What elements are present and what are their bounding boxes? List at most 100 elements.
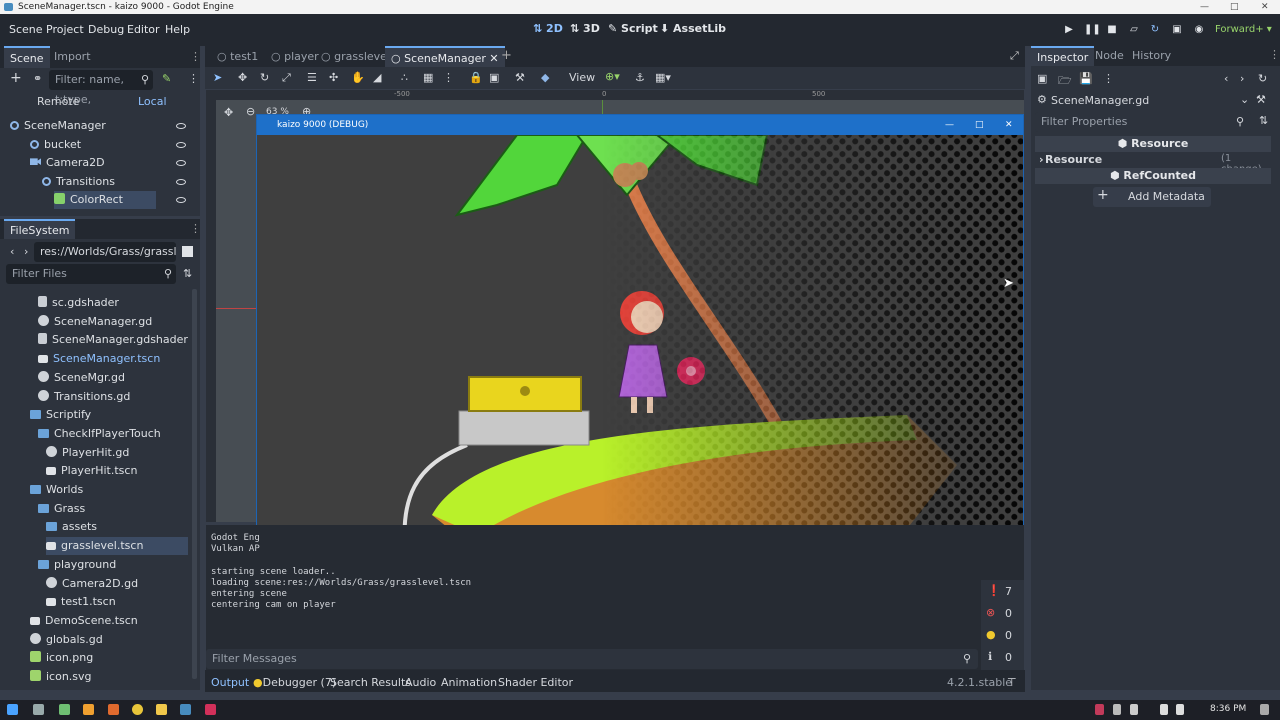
move-tool-icon[interactable]: ✥ bbox=[238, 71, 247, 84]
file-item[interactable]: Transitions.gd bbox=[38, 388, 188, 406]
menu-help[interactable]: Help bbox=[165, 23, 190, 36]
tab-inspector[interactable]: Inspector bbox=[1031, 46, 1095, 66]
file-item[interactable]: globals.gd bbox=[30, 631, 188, 649]
search-icon[interactable] bbox=[33, 704, 44, 715]
visibility-icon[interactable] bbox=[176, 141, 186, 148]
snap-options-icon[interactable]: ⋮ bbox=[443, 71, 454, 84]
tray-icon[interactable] bbox=[1130, 704, 1138, 715]
message-count-toggle[interactable]: ❗ 7 bbox=[981, 582, 1024, 600]
grid-snap-icon[interactable]: ▦ bbox=[423, 71, 433, 84]
notification-icon[interactable] bbox=[1260, 704, 1269, 715]
folder-item[interactable]: Grass bbox=[38, 500, 188, 518]
tab-history[interactable]: History bbox=[1126, 46, 1177, 66]
chrome-icon[interactable] bbox=[132, 704, 143, 715]
pivot-icon[interactable]: ✣ bbox=[329, 71, 338, 84]
link-icon[interactable]: ⚭ bbox=[33, 72, 42, 85]
menu-project[interactable]: Project bbox=[46, 23, 84, 36]
pin-panel-icon[interactable]: ⊤ bbox=[1007, 676, 1017, 689]
workspace-script-button[interactable]: ✎ Script bbox=[608, 22, 658, 35]
camera-override-icon[interactable]: ◆ bbox=[541, 71, 549, 84]
visibility-icon[interactable] bbox=[176, 123, 186, 129]
folder-item[interactable]: playground bbox=[38, 556, 188, 574]
tab-audio[interactable]: Audio bbox=[405, 676, 436, 689]
property-resource-row[interactable]: › Resource (1 change) bbox=[1035, 152, 1271, 175]
tab-animation[interactable]: Animation bbox=[441, 676, 497, 689]
remote-button[interactable]: Remote bbox=[37, 95, 79, 108]
remote-debug-icon[interactable]: ▱ bbox=[1127, 24, 1141, 36]
lock-icon[interactable]: 🔒 bbox=[469, 71, 483, 84]
folder-item[interactable]: Scriptify bbox=[30, 406, 188, 424]
smart-snap-icon[interactable]: ∴ bbox=[401, 71, 408, 84]
tray-icon[interactable] bbox=[1095, 704, 1104, 715]
tab-import[interactable]: Import bbox=[48, 46, 97, 68]
file-item[interactable]: grasslevel.tscn bbox=[46, 537, 188, 556]
game-minimize-icon[interactable]: — bbox=[945, 115, 954, 135]
scene-tree-node[interactable]: Transitions bbox=[42, 173, 156, 191]
file-item[interactable]: SceneManager.tscn bbox=[38, 350, 188, 368]
file-item[interactable]: test1.tscn bbox=[46, 593, 188, 611]
app-icon[interactable] bbox=[205, 704, 216, 715]
fs-scrollbar[interactable] bbox=[192, 289, 197, 679]
save-icon[interactable]: 💾 bbox=[1079, 72, 1093, 85]
file-item[interactable]: DemoScene.tscn bbox=[30, 612, 188, 630]
tray-icon[interactable] bbox=[1113, 704, 1121, 715]
clock[interactable]: 8:36 PM bbox=[1210, 704, 1246, 714]
resource-path-selector[interactable]: ⚙ SceneManager.gd ⌄ bbox=[1035, 91, 1265, 109]
scene-tree-node[interactable]: Camera2D bbox=[30, 154, 156, 172]
scene-tree-node[interactable]: ColorRect bbox=[54, 191, 156, 210]
editor-tab-scenemanager[interactable]: ○ SceneManager ✕ bbox=[385, 46, 505, 67]
sort-icon[interactable]: ⇅ bbox=[183, 267, 192, 280]
tab-shader-editor[interactable]: Shader Editor bbox=[498, 676, 573, 689]
dock-menu-icon[interactable]: ⋮ bbox=[190, 50, 201, 63]
explorer-icon[interactable] bbox=[156, 704, 167, 715]
tab-node[interactable]: Node bbox=[1089, 46, 1130, 66]
select-tool-icon[interactable]: ➤ bbox=[213, 71, 222, 84]
renderer-select[interactable]: Forward+ ▾ bbox=[1215, 24, 1272, 35]
play-scene-icon[interactable]: ▣ bbox=[1170, 24, 1184, 36]
back-icon[interactable]: ‹ bbox=[10, 245, 14, 258]
scale-tool-icon[interactable]: ⤢ bbox=[282, 71, 291, 85]
reload-icon[interactable]: ↻ bbox=[1148, 24, 1162, 36]
menu-editor[interactable]: Editor bbox=[127, 23, 160, 36]
file-item[interactable]: PlayerHit.tscn bbox=[46, 462, 188, 480]
folder-item[interactable]: Worlds bbox=[30, 481, 188, 499]
open-folder-icon[interactable]: 🗁 bbox=[1058, 72, 1072, 91]
file-item[interactable]: SceneManager.gd bbox=[38, 313, 188, 331]
file-item[interactable]: SceneManager.gdshader bbox=[38, 331, 188, 349]
tab-search-results[interactable]: Search Results bbox=[330, 676, 411, 689]
file-item[interactable]: Camera2D.gd bbox=[46, 575, 188, 593]
script-attach-icon[interactable]: ✎ bbox=[162, 72, 171, 85]
path-field[interactable]: res://Worlds/Grass/grasslevel.t bbox=[34, 242, 176, 262]
filter-properties-input[interactable]: Filter Properties bbox=[1035, 112, 1251, 132]
visibility-icon[interactable] bbox=[176, 197, 186, 204]
filter-messages-input[interactable]: Filter Messages bbox=[206, 649, 978, 669]
pause-icon[interactable]: ❚❚ bbox=[1084, 24, 1101, 36]
add-point-icon[interactable]: ⊕▾ bbox=[605, 70, 620, 83]
stop-icon[interactable]: ■ bbox=[1105, 24, 1119, 36]
game-close-icon[interactable]: ✕ bbox=[1005, 115, 1013, 135]
tab-scene[interactable]: Scene bbox=[4, 46, 50, 68]
inspector-menu-icon[interactable]: ⋮ bbox=[1269, 48, 1280, 61]
tab-output[interactable]: Output bbox=[211, 676, 249, 689]
info-count-toggle[interactable]: ℹ 0 bbox=[981, 648, 1024, 666]
bone-icon[interactable]: ⚒ bbox=[515, 71, 525, 84]
property-options-icon[interactable]: ⇅ bbox=[1259, 114, 1268, 127]
app-icon[interactable] bbox=[108, 704, 119, 715]
game-maximize-icon[interactable]: □ bbox=[975, 115, 984, 135]
editor-tab-grasslevel[interactable]: ○ grasslevel bbox=[315, 46, 396, 67]
minimize-icon[interactable]: — bbox=[1200, 0, 1209, 14]
add-tab-icon[interactable]: + bbox=[501, 48, 512, 63]
menu-scene[interactable]: Scene bbox=[9, 23, 43, 36]
scene-tree-node[interactable]: bucket bbox=[30, 136, 156, 154]
menu-debug[interactable]: Debug bbox=[88, 23, 124, 36]
group-icon[interactable]: ▣ bbox=[489, 71, 499, 84]
workspace-2d-button[interactable]: ⇅ 2D bbox=[533, 22, 563, 35]
start-icon[interactable] bbox=[7, 704, 18, 715]
history-forward-icon[interactable]: › bbox=[1240, 72, 1244, 85]
close-tab-icon[interactable]: ✕ bbox=[489, 52, 498, 65]
volume-icon[interactable] bbox=[1176, 704, 1184, 715]
network-icon[interactable] bbox=[1160, 704, 1168, 715]
file-item[interactable]: icon.png bbox=[30, 649, 188, 667]
layout-icon[interactable]: ▦▾ bbox=[655, 71, 671, 84]
scene-options-icon[interactable]: ⋮ bbox=[188, 72, 199, 85]
